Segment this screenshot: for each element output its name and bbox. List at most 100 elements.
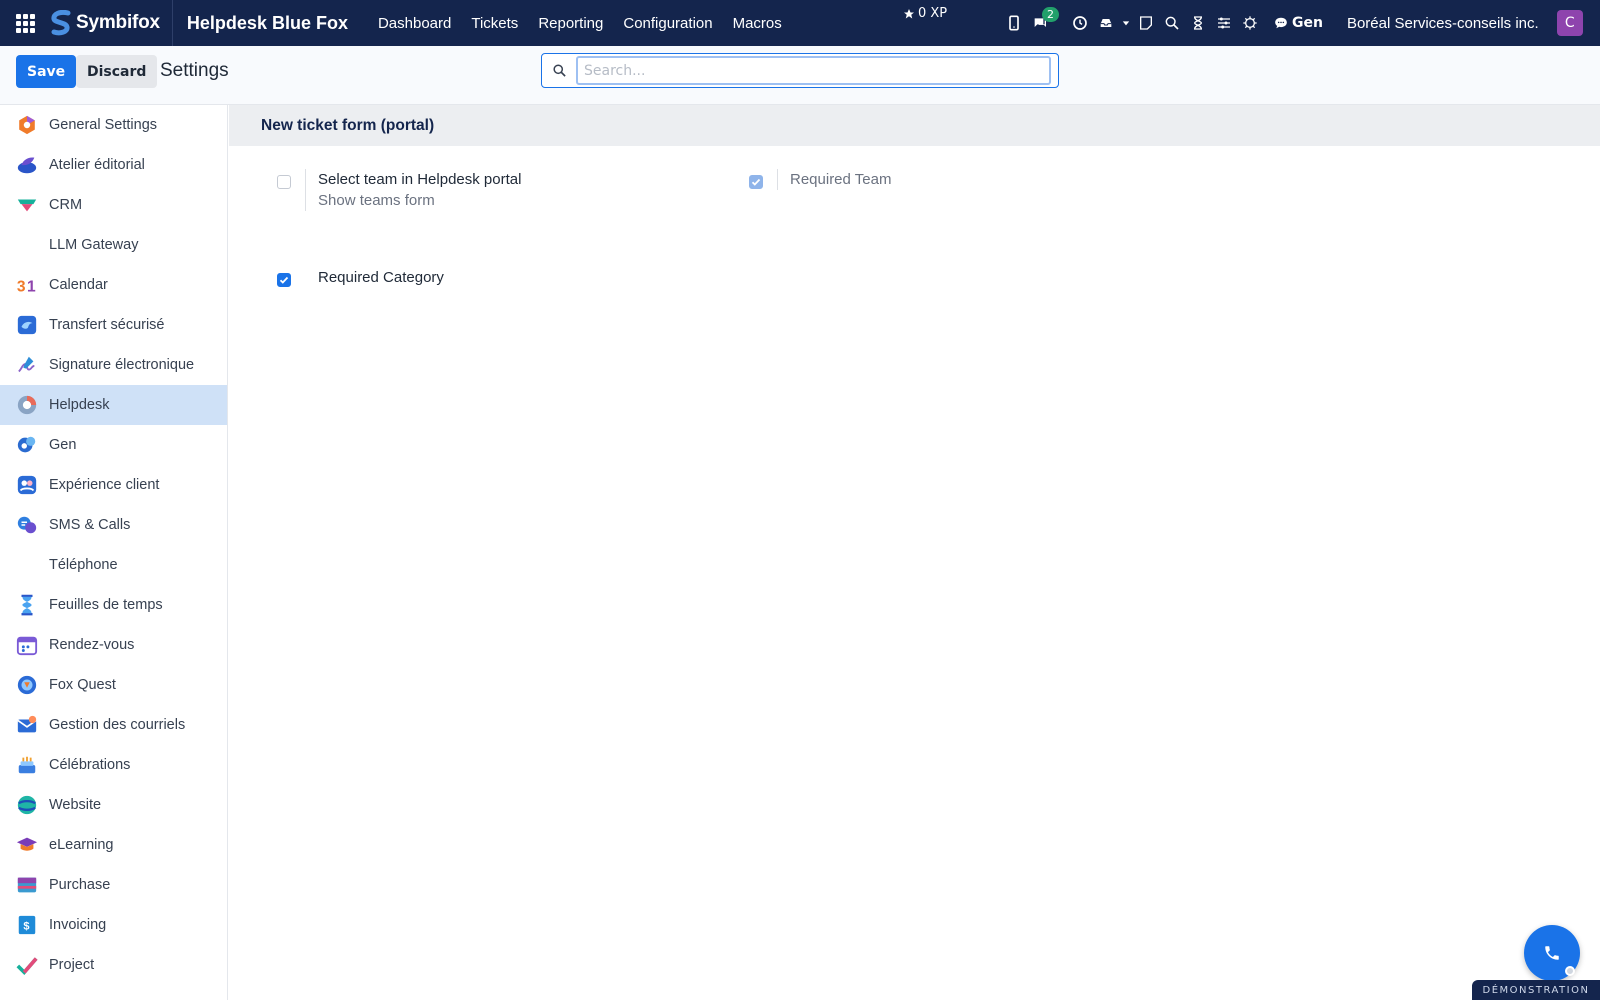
menu-dashboard[interactable]: Dashboard: [368, 15, 461, 32]
clock-icon[interactable]: [1070, 13, 1090, 33]
xp-counter[interactable]: 0 XP: [903, 6, 947, 21]
call-status-dot: [1565, 966, 1575, 976]
inbox-icon[interactable]: [1096, 13, 1116, 33]
discard-button[interactable]: Discard: [76, 55, 158, 88]
top-navbar: Symbifox Helpdesk Blue Fox Dashboard Tic…: [0, 0, 1600, 46]
blank-icon: [16, 554, 38, 576]
settings-sidebar: General Settings Atelier éditorial CRM LLM …: [0, 105, 228, 1000]
helpdesk-icon: [16, 394, 38, 416]
sidebar-item-sms-calls[interactable]: SMS & Calls: [0, 505, 227, 545]
celebrations-icon: [16, 754, 38, 776]
systray: 2 Gen Boréal Services-conseils inc. C: [1004, 0, 1583, 46]
user-avatar[interactable]: C: [1556, 10, 1583, 36]
chevron-down-icon[interactable]: [1122, 13, 1130, 33]
sidebar-item-general-settings[interactable]: General Settings: [0, 105, 227, 145]
sidebar-item-project[interactable]: Project: [0, 945, 227, 985]
hourglass-icon[interactable]: [1188, 13, 1208, 33]
chat-badge: 2: [1042, 7, 1059, 22]
control-panel: Save Discard Settings: [0, 46, 1600, 105]
page-title: Settings: [160, 60, 229, 81]
xp-value: 0 XP: [918, 6, 948, 21]
sidebar-item-elearning[interactable]: eLearning: [0, 825, 227, 865]
settings-content: New ticket form (portal) Select team in …: [229, 105, 1600, 1000]
sidebar-item-purchase[interactable]: Purchase: [0, 865, 227, 905]
svg-text:$: $: [23, 921, 29, 933]
signature-icon: [16, 354, 38, 376]
sliders-icon[interactable]: [1214, 13, 1234, 33]
setting-required-team: Required Team: [749, 169, 891, 190]
app-name[interactable]: Helpdesk Blue Fox: [173, 13, 368, 34]
note-icon[interactable]: [1136, 13, 1156, 33]
sidebar-item-website[interactable]: Website: [0, 785, 227, 825]
sidebar-item-telephone[interactable]: Téléphone: [0, 545, 227, 585]
sidebar-item-label: Célébrations: [49, 757, 131, 773]
bug-icon[interactable]: [1240, 13, 1260, 33]
sidebar-item-celebrations[interactable]: Célébrations: [0, 745, 227, 785]
sidebar-item-invoicing[interactable]: $ Invoicing: [0, 905, 227, 945]
setting-required-category-body: Required Category: [305, 267, 444, 288]
svg-text:3: 3: [17, 278, 26, 295]
select-team-title: Select team in Helpdesk portal: [318, 171, 522, 188]
sidebar-item-atelier-editorial[interactable]: Atelier éditorial: [0, 145, 227, 185]
mobile-icon[interactable]: [1004, 13, 1024, 33]
search-icon: [542, 63, 576, 78]
select-team-description: Show teams form: [318, 192, 435, 209]
required-category-checkbox[interactable]: [277, 273, 291, 287]
sidebar-item-rendez-vous[interactable]: Rendez-vous: [0, 625, 227, 665]
section-header: New ticket form (portal): [229, 105, 1600, 146]
gen-button[interactable]: Gen: [1274, 15, 1323, 31]
menu-reporting[interactable]: Reporting: [528, 15, 613, 32]
setting-required-team-body: Required Team: [777, 169, 891, 190]
setting-required-category: Required Category: [277, 267, 444, 288]
sidebar-item-label: Calendar: [49, 277, 108, 293]
main-menu: Dashboard Tickets Reporting Configuratio…: [368, 15, 792, 32]
save-button[interactable]: Save: [16, 55, 77, 88]
demo-ribbon: DÉMONSTRATION: [1472, 980, 1600, 1000]
brand-name: Symbifox: [76, 12, 160, 33]
transfert-securise-icon: [16, 314, 38, 336]
svg-text:1: 1: [27, 278, 36, 295]
menu-tickets[interactable]: Tickets: [461, 15, 528, 32]
sidebar-item-label: Gen: [49, 437, 77, 453]
sidebar-item-label: Atelier éditorial: [49, 157, 145, 173]
brand-s-icon: [51, 10, 71, 36]
sidebar-item-gen[interactable]: Gen: [0, 425, 227, 465]
sidebar-item-signature-electronique[interactable]: Signature électronique: [0, 345, 227, 385]
setting-select-team: Select team in Helpdesk portal Show team…: [277, 169, 521, 211]
sidebar-item-label: Signature électronique: [49, 357, 195, 373]
menu-configuration[interactable]: Configuration: [613, 15, 722, 32]
sidebar-item-experience-client[interactable]: Expérience client: [0, 465, 227, 505]
sidebar-item-helpdesk[interactable]: Helpdesk: [0, 385, 227, 425]
sidebar-item-llm-gateway[interactable]: LLM Gateway: [0, 225, 227, 265]
speech-bubble-icon: [1275, 17, 1287, 29]
sidebar-item-label: General Settings: [49, 117, 158, 133]
timesheet-icon: [16, 594, 38, 616]
website-icon: [16, 794, 38, 816]
select-team-checkbox[interactable]: [277, 175, 291, 189]
sidebar-item-gestion-des-courriels[interactable]: Gestion des courriels: [0, 705, 227, 745]
menu-macros[interactable]: Macros: [723, 15, 792, 32]
sidebar-item-fox-quest[interactable]: Fox Quest: [0, 665, 227, 705]
setting-select-team-body: Select team in Helpdesk portal Show team…: [305, 169, 521, 211]
blank-icon: [16, 234, 38, 256]
brand-logo[interactable]: Symbifox: [50, 0, 173, 46]
sidebar-item-crm[interactable]: CRM: [0, 185, 227, 225]
sidebar-item-label: Gestion des courriels: [49, 717, 186, 733]
sidebar-item-calendar[interactable]: 3 1 Calendar: [0, 265, 227, 305]
search-input[interactable]: [576, 56, 1051, 85]
required-team-checkbox[interactable]: [749, 175, 763, 189]
sidebar-item-label: eLearning: [49, 837, 114, 853]
sidebar-item-label: Purchase: [49, 877, 111, 893]
sms-calls-icon: [16, 514, 38, 536]
experience-client-icon: [16, 474, 38, 496]
search-icon[interactable]: [1162, 13, 1182, 33]
company-switcher[interactable]: Boréal Services-conseils inc.: [1347, 15, 1539, 32]
sidebar-item-label: Transfert sécurisé: [49, 317, 165, 333]
gen-label: Gen: [1292, 15, 1323, 31]
apps-menu-button[interactable]: [0, 0, 50, 46]
sidebar-item-feuilles-de-temps[interactable]: Feuilles de temps: [0, 585, 227, 625]
sidebar-item-transfert-securise[interactable]: Transfert sécurisé: [0, 305, 227, 345]
sidebar-item-label: Expérience client: [49, 477, 160, 493]
required-category-title: Required Category: [318, 269, 444, 286]
chat-icon[interactable]: 2: [1030, 7, 1059, 33]
